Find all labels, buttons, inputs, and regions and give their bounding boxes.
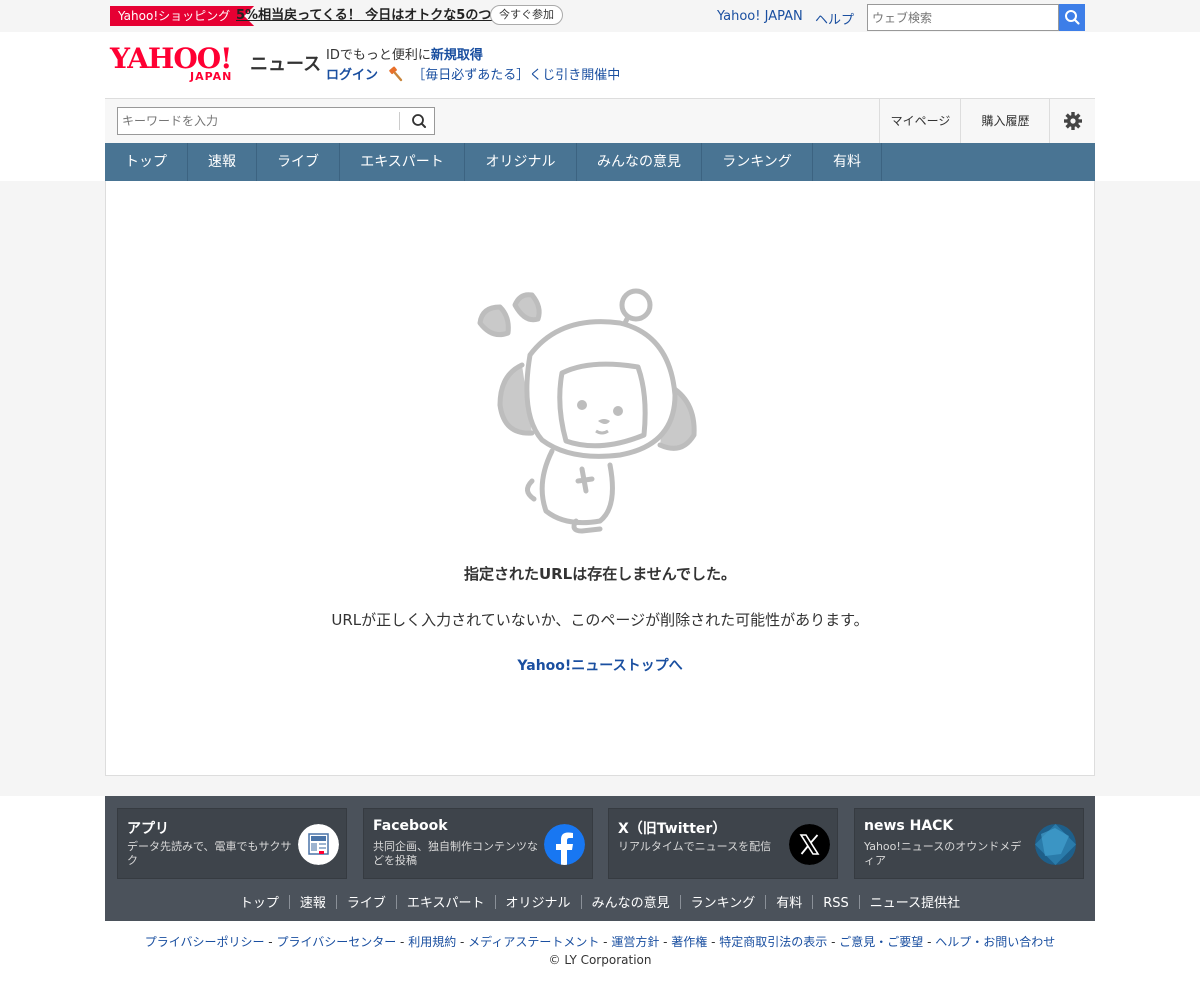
search-icon <box>1065 10 1080 25</box>
search-icon <box>412 114 426 128</box>
footer-nav: トップ 速報 ライブ エキスパート オリジナル みんなの意見 ランキング 有料 RSS ニュース提… <box>105 892 1095 911</box>
x-card[interactable]: X（旧Twitter） リアルタイムでニュースを配信 <box>608 808 838 879</box>
lottery-link[interactable]: ［毎日必ずあたる］くじ引き開催中 <box>412 68 620 83</box>
legal-commerce[interactable]: 特定商取引法の表示 <box>719 935 827 949</box>
web-search-input[interactable] <box>867 4 1059 31</box>
keyword-search-input[interactable] <box>117 107 435 135</box>
facebook-card-desc: 共同企画、独自制作コンテンツなどを投稿 <box>373 840 538 867</box>
register-link[interactable]: 新規取得 <box>431 48 483 63</box>
hammer-icon <box>389 66 403 82</box>
login-link[interactable]: ログイン <box>326 68 378 83</box>
footer-link-top[interactable]: トップ <box>240 896 279 911</box>
footer-link-rss[interactable]: RSS <box>823 896 849 911</box>
id-promo: IDでもっと便利に新規取得 <box>326 47 483 65</box>
footer-link-live[interactable]: ライブ <box>347 896 386 911</box>
facebook-card-title: Facebook <box>373 818 448 834</box>
purchase-history-button[interactable]: 購入履歴 <box>960 99 1050 144</box>
nav-paid[interactable]: 有料 <box>813 143 882 181</box>
login-line: ログイン ［毎日必ずあたる］くじ引き開催中 <box>326 66 620 85</box>
legal-help[interactable]: ヘルプ・お問い合わせ <box>935 935 1055 949</box>
footer-link-expert[interactable]: エキスパート <box>407 896 485 911</box>
app-icon <box>298 824 339 865</box>
nav-breaking[interactable]: 速報 <box>188 143 257 181</box>
promo-text[interactable]: 5%相当戻ってくる！ 今日はオトクな5のつく日 <box>236 6 517 26</box>
help-link[interactable]: ヘルプ <box>815 9 854 28</box>
news-hack-card-title: news HACK <box>864 818 954 834</box>
news-top-link[interactable]: Yahoo!ニューストップへ <box>0 655 1200 675</box>
error-title: 指定されたURLは存在しませんでした。 <box>463 565 737 583</box>
x-card-title: X（旧Twitter） <box>618 821 727 837</box>
nav-original[interactable]: オリジナル <box>465 143 577 181</box>
id-text: IDでもっと便利に <box>326 48 431 63</box>
footer-social: アプリ データ先読みで、電車でもサクサク Facebook 共同企画、独自制作コ… <box>105 796 1095 921</box>
footer-link-providers[interactable]: ニュース提供社 <box>870 896 960 911</box>
logo-sub: JAPAN <box>190 70 233 83</box>
x-card-desc: リアルタイムでニュースを配信 <box>618 840 772 853</box>
web-search-button[interactable] <box>1059 4 1085 31</box>
app-card[interactable]: アプリ データ先読みで、電車でもサクサク <box>117 808 347 879</box>
news-hack-card-desc: Yahoo!ニュースのオウンドメディア <box>864 840 1022 867</box>
app-card-desc: データ先読みで、電車でもサクサク <box>127 840 292 867</box>
mascot-illustration <box>477 288 697 534</box>
footer-link-breaking[interactable]: 速報 <box>300 896 326 911</box>
legal-feedback[interactable]: ご意見・ご要望 <box>839 935 923 949</box>
search-row: マイページ 購入履歴 <box>105 98 1095 144</box>
copyright: © LY Corporation <box>548 953 652 967</box>
footer-link-original[interactable]: オリジナル <box>506 896 571 911</box>
legal-policy[interactable]: 運営方針 <box>611 935 659 949</box>
legal-privacy-center[interactable]: プライバシーセンター <box>276 935 396 949</box>
yahoo-japan-link[interactable]: Yahoo! JAPAN <box>717 9 803 24</box>
shopping-tag[interactable]: Yahoo!ショッピング <box>110 6 254 26</box>
gear-icon <box>1063 112 1082 130</box>
nav-top[interactable]: トップ <box>105 143 188 181</box>
nav-opinion[interactable]: みんなの意見 <box>577 143 702 181</box>
legal-terms[interactable]: 利用規約 <box>408 935 456 949</box>
footer-link-opinion[interactable]: みんなの意見 <box>592 896 670 911</box>
footer-link-ranking[interactable]: ランキング <box>691 896 756 911</box>
nav-ranking[interactable]: ランキング <box>702 143 813 181</box>
settings-button[interactable] <box>1049 99 1095 144</box>
news-logo[interactable]: ニュース <box>250 50 321 76</box>
yahoo-logo[interactable]: YAHOO! JAPAN <box>110 44 246 84</box>
main-nav: トップ 速報 ライブ エキスパート オリジナル みんなの意見 ランキング 有料 <box>105 143 1095 181</box>
error-description: URLが正しく入力されていないか、このページが削除された可能性があります。 <box>331 611 869 629</box>
promo-join-button[interactable]: 今すぐ参加 <box>490 5 563 25</box>
keyword-search-button[interactable] <box>405 108 433 134</box>
nav-expert[interactable]: エキスパート <box>340 143 465 181</box>
mypage-button[interactable]: マイページ <box>879 99 961 144</box>
legal-links: プライバシーポリシー - プライバシーセンター - 利用規約 - メディアステー… <box>144 935 1056 949</box>
top-promo-bar: Yahoo!ショッピング 5%相当戻ってくる！ 今日はオトクな5のつく日 今すぐ… <box>0 0 1200 32</box>
footer-link-paid[interactable]: 有料 <box>776 896 802 911</box>
legal-media-statement[interactable]: メディアステートメント <box>468 935 599 949</box>
x-icon <box>789 824 830 865</box>
facebook-card[interactable]: Facebook 共同企画、独自制作コンテンツなどを投稿 <box>363 808 593 879</box>
news-hack-card[interactable]: news HACK Yahoo!ニュースのオウンドメディア <box>854 808 1084 879</box>
news-hack-icon <box>1035 824 1076 865</box>
app-card-title: アプリ <box>127 821 169 837</box>
facebook-icon <box>544 824 585 865</box>
legal-copyright[interactable]: 著作権 <box>671 935 707 949</box>
legal-privacy-policy[interactable]: プライバシーポリシー <box>145 935 265 949</box>
nav-live[interactable]: ライブ <box>257 143 340 181</box>
